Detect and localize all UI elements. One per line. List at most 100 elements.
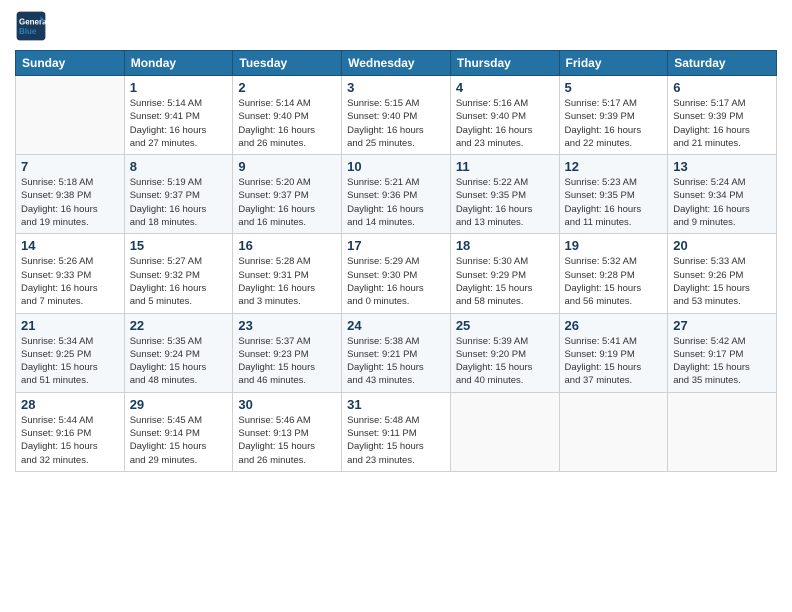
day-number: 6 bbox=[673, 80, 771, 95]
calendar-cell: 3 Sunrise: 5:15 AMSunset: 9:40 PMDaylight… bbox=[342, 76, 451, 155]
calendar-cell: 22 Sunrise: 5:35 AMSunset: 9:24 PMDayligh… bbox=[124, 313, 233, 392]
calendar-cell: 17 Sunrise: 5:29 AMSunset: 9:30 PMDayligh… bbox=[342, 234, 451, 313]
day-info: Sunrise: 5:16 AMSunset: 9:40 PMDaylight:… bbox=[456, 97, 554, 150]
day-number: 13 bbox=[673, 159, 771, 174]
calendar-cell: 16Sunrise: 5:28 AMSunset: 9:31 PMDayligh… bbox=[233, 234, 342, 313]
day-info: Sunrise: 5:20 AMSunset: 9:37 PMDaylight:… bbox=[238, 176, 336, 229]
day-number: 20 bbox=[673, 238, 771, 253]
day-info: Sunrise: 5:33 AMSunset: 9:26 PMDaylight:… bbox=[673, 255, 771, 308]
day-info: Sunrise: 5:45 AMSunset: 9:14 PMDaylight:… bbox=[130, 414, 228, 467]
day-info: Sunrise: 5:42 AMSunset: 9:17 PMDaylight:… bbox=[673, 335, 771, 388]
calendar-cell: 31Sunrise: 5:48 AMSunset: 9:11 PMDayligh… bbox=[342, 392, 451, 471]
day-number: 23 bbox=[238, 318, 336, 333]
calendar-cell bbox=[450, 392, 559, 471]
day-number: 30 bbox=[238, 397, 336, 412]
day-number: 17 bbox=[347, 238, 445, 253]
day-info: Sunrise: 5:21 AMSunset: 9:36 PMDaylight:… bbox=[347, 176, 445, 229]
calendar-cell bbox=[16, 76, 125, 155]
calendar-cell: 21 Sunrise: 5:34 AMSunset: 9:25 PMDayligh… bbox=[16, 313, 125, 392]
day-info: Sunrise: 5:32 AMSunset: 9:28 PMDaylight:… bbox=[565, 255, 663, 308]
weekday-header: Monday bbox=[124, 51, 233, 76]
calendar-cell: 7Sunrise: 5:18 AMSunset: 9:38 PMDaylight… bbox=[16, 155, 125, 234]
day-number: 1 bbox=[130, 80, 228, 95]
svg-text:Blue: Blue bbox=[19, 27, 37, 36]
day-info: Sunrise: 5:15 AMSunset: 9:40 PMDaylight:… bbox=[347, 97, 445, 150]
weekday-header: Thursday bbox=[450, 51, 559, 76]
calendar-cell: 12 Sunrise: 5:23 AMSunset: 9:35 PMDayligh… bbox=[559, 155, 668, 234]
calendar-header-row: SundayMondayTuesdayWednesdayThursdayFrid… bbox=[16, 51, 777, 76]
day-info: Sunrise: 5:24 AMSunset: 9:34 PMDaylight:… bbox=[673, 176, 771, 229]
day-info: Sunrise: 5:19 AMSunset: 9:37 PMDaylight:… bbox=[130, 176, 228, 229]
day-number: 12 bbox=[565, 159, 663, 174]
day-info: Sunrise: 5:18 AMSunset: 9:38 PMDaylight:… bbox=[21, 176, 119, 229]
day-info: Sunrise: 5:17 AMSunset: 9:39 PMDaylight:… bbox=[565, 97, 663, 150]
day-info: Sunrise: 5:29 AMSunset: 9:30 PMDaylight:… bbox=[347, 255, 445, 308]
day-info: Sunrise: 5:35 AMSunset: 9:24 PMDaylight:… bbox=[130, 335, 228, 388]
calendar-week-row: 7Sunrise: 5:18 AMSunset: 9:38 PMDaylight… bbox=[16, 155, 777, 234]
day-number: 26 bbox=[565, 318, 663, 333]
day-info: Sunrise: 5:30 AMSunset: 9:29 PMDaylight:… bbox=[456, 255, 554, 308]
calendar-cell: 14Sunrise: 5:26 AMSunset: 9:33 PMDayligh… bbox=[16, 234, 125, 313]
day-info: Sunrise: 5:23 AMSunset: 9:35 PMDaylight:… bbox=[565, 176, 663, 229]
day-number: 3 bbox=[347, 80, 445, 95]
day-number: 28 bbox=[21, 397, 119, 412]
day-number: 25 bbox=[456, 318, 554, 333]
day-info: Sunrise: 5:37 AMSunset: 9:23 PMDaylight:… bbox=[238, 335, 336, 388]
calendar-cell: 26Sunrise: 5:41 AMSunset: 9:19 PMDayligh… bbox=[559, 313, 668, 392]
calendar-cell: 19 Sunrise: 5:32 AMSunset: 9:28 PMDayligh… bbox=[559, 234, 668, 313]
day-number: 29 bbox=[130, 397, 228, 412]
calendar-cell: 10 Sunrise: 5:21 AMSunset: 9:36 PMDayligh… bbox=[342, 155, 451, 234]
day-number: 11 bbox=[456, 159, 554, 174]
day-info: Sunrise: 5:17 AMSunset: 9:39 PMDaylight:… bbox=[673, 97, 771, 150]
calendar-cell: 24 Sunrise: 5:38 AMSunset: 9:21 PMDayligh… bbox=[342, 313, 451, 392]
day-number: 9 bbox=[238, 159, 336, 174]
day-number: 14 bbox=[21, 238, 119, 253]
calendar-cell: 25 Sunrise: 5:39 AMSunset: 9:20 PMDayligh… bbox=[450, 313, 559, 392]
day-info: Sunrise: 5:34 AMSunset: 9:25 PMDaylight:… bbox=[21, 335, 119, 388]
day-number: 10 bbox=[347, 159, 445, 174]
logo: General Blue bbox=[15, 10, 51, 42]
weekday-header: Sunday bbox=[16, 51, 125, 76]
calendar-cell: 4Sunrise: 5:16 AMSunset: 9:40 PMDaylight… bbox=[450, 76, 559, 155]
day-info: Sunrise: 5:14 AMSunset: 9:40 PMDaylight:… bbox=[238, 97, 336, 150]
calendar-cell: 11 Sunrise: 5:22 AMSunset: 9:35 PMDayligh… bbox=[450, 155, 559, 234]
day-info: Sunrise: 5:28 AMSunset: 9:31 PMDaylight:… bbox=[238, 255, 336, 308]
calendar-cell: 29 Sunrise: 5:45 AMSunset: 9:14 PMDayligh… bbox=[124, 392, 233, 471]
page-header: General Blue bbox=[15, 10, 777, 42]
day-info: Sunrise: 5:44 AMSunset: 9:16 PMDaylight:… bbox=[21, 414, 119, 467]
day-number: 22 bbox=[130, 318, 228, 333]
calendar-cell: 8Sunrise: 5:19 AMSunset: 9:37 PMDaylight… bbox=[124, 155, 233, 234]
day-number: 19 bbox=[565, 238, 663, 253]
calendar-cell: 9 Sunrise: 5:20 AMSunset: 9:37 PMDaylight… bbox=[233, 155, 342, 234]
day-info: Sunrise: 5:22 AMSunset: 9:35 PMDaylight:… bbox=[456, 176, 554, 229]
day-info: Sunrise: 5:27 AMSunset: 9:32 PMDaylight:… bbox=[130, 255, 228, 308]
calendar-cell: 13 Sunrise: 5:24 AMSunset: 9:34 PMDayligh… bbox=[668, 155, 777, 234]
day-number: 18 bbox=[456, 238, 554, 253]
calendar-cell: 6 Sunrise: 5:17 AMSunset: 9:39 PMDaylight… bbox=[668, 76, 777, 155]
weekday-header: Tuesday bbox=[233, 51, 342, 76]
day-number: 31 bbox=[347, 397, 445, 412]
day-number: 21 bbox=[21, 318, 119, 333]
calendar-cell bbox=[559, 392, 668, 471]
calendar-cell: 1 Sunrise: 5:14 AMSunset: 9:41 PMDaylight… bbox=[124, 76, 233, 155]
weekday-header: Saturday bbox=[668, 51, 777, 76]
day-number: 5 bbox=[565, 80, 663, 95]
day-info: Sunrise: 5:39 AMSunset: 9:20 PMDaylight:… bbox=[456, 335, 554, 388]
calendar-cell: 5 Sunrise: 5:17 AMSunset: 9:39 PMDaylight… bbox=[559, 76, 668, 155]
calendar-cell: 27 Sunrise: 5:42 AMSunset: 9:17 PMDayligh… bbox=[668, 313, 777, 392]
calendar-cell: 30 Sunrise: 5:46 AMSunset: 9:13 PMDayligh… bbox=[233, 392, 342, 471]
day-info: Sunrise: 5:38 AMSunset: 9:21 PMDaylight:… bbox=[347, 335, 445, 388]
calendar-table: SundayMondayTuesdayWednesdayThursdayFrid… bbox=[15, 50, 777, 472]
calendar-week-row: 21 Sunrise: 5:34 AMSunset: 9:25 PMDayligh… bbox=[16, 313, 777, 392]
logo-icon: General Blue bbox=[15, 10, 47, 42]
calendar-cell: 20 Sunrise: 5:33 AMSunset: 9:26 PMDayligh… bbox=[668, 234, 777, 313]
calendar-week-row: 28 Sunrise: 5:44 AMSunset: 9:16 PMDayligh… bbox=[16, 392, 777, 471]
calendar-cell: 28 Sunrise: 5:44 AMSunset: 9:16 PMDayligh… bbox=[16, 392, 125, 471]
day-number: 24 bbox=[347, 318, 445, 333]
day-number: 15 bbox=[130, 238, 228, 253]
weekday-header: Friday bbox=[559, 51, 668, 76]
day-info: Sunrise: 5:46 AMSunset: 9:13 PMDaylight:… bbox=[238, 414, 336, 467]
day-info: Sunrise: 5:14 AMSunset: 9:41 PMDaylight:… bbox=[130, 97, 228, 150]
day-number: 27 bbox=[673, 318, 771, 333]
calendar-cell: 23 Sunrise: 5:37 AMSunset: 9:23 PMDayligh… bbox=[233, 313, 342, 392]
